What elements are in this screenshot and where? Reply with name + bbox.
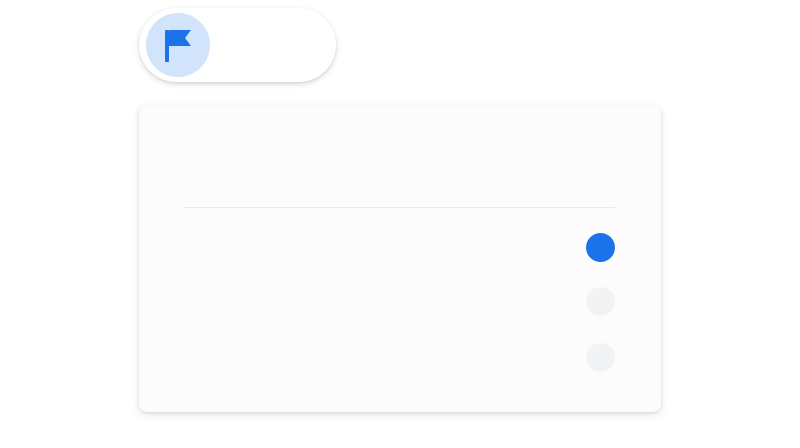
- options-card: [139, 106, 661, 412]
- option-row-3[interactable]: [184, 343, 615, 373]
- flag-chip[interactable]: [139, 8, 336, 82]
- option-row-2[interactable]: [184, 287, 615, 317]
- radio-button[interactable]: [586, 287, 615, 316]
- radio-button[interactable]: [586, 343, 615, 372]
- divider: [184, 207, 615, 208]
- flag-icon-badge: [146, 13, 210, 77]
- option-row-1[interactable]: [184, 233, 615, 263]
- flag-icon: [165, 30, 191, 62]
- radio-button[interactable]: [586, 233, 615, 262]
- stage: [0, 0, 800, 448]
